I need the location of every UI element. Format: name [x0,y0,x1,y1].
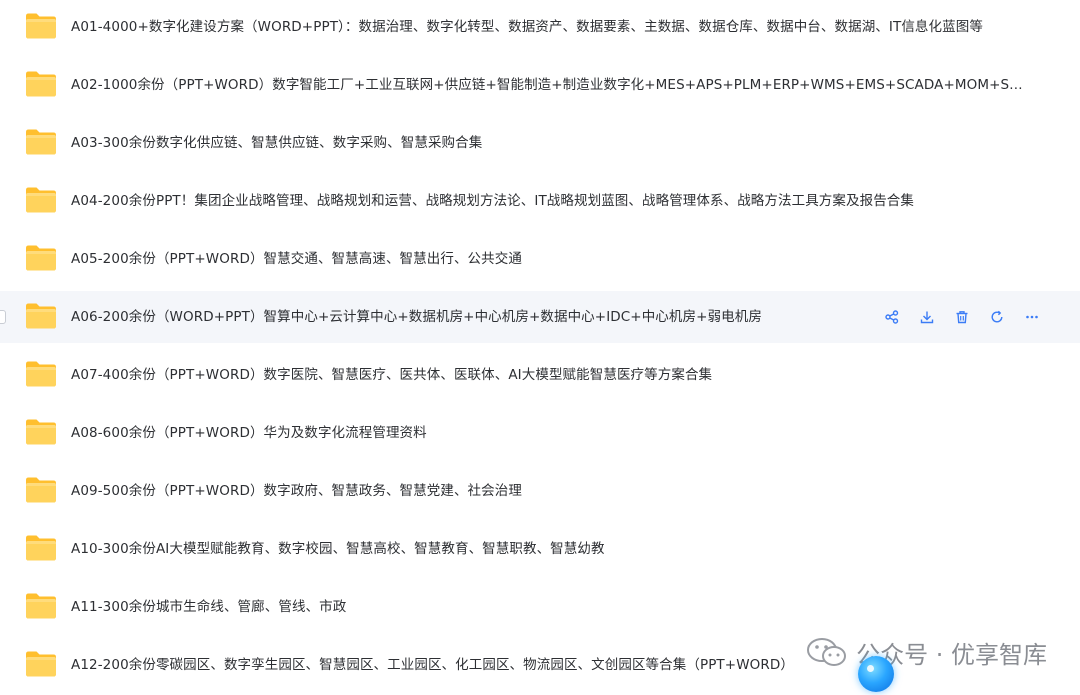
file-name[interactable]: A02-1000余份（PPT+WORD）数字智能工厂+工业互联网+供应链+智能制… [71,59,1031,111]
file-name[interactable]: A05-200余份（PPT+WORD）智慧交通、智慧高速、智慧出行、公共交通 [71,233,522,285]
floating-ball-icon[interactable] [858,656,894,692]
file-row[interactable]: A04-200余份PPT！集团企业战略管理、战略规划和运营、战略规划方法论、IT… [0,175,1080,227]
folder-icon [25,12,57,40]
share-icon[interactable] [884,309,900,325]
file-row[interactable]: A09-500余份（PPT+WORD）数字政府、智慧政务、智慧党建、社会治理 [0,465,1080,517]
file-name[interactable]: A04-200余份PPT！集团企业战略管理、战略规划和运营、战略规划方法论、IT… [71,175,914,227]
file-name[interactable]: A09-500余份（PPT+WORD）数字政府、智慧政务、智慧党建、社会治理 [71,465,522,517]
file-row[interactable]: A11-300余份城市生命线、管廊、管线、市政 [0,581,1080,633]
file-name[interactable]: A06-200余份（WORD+PPT）智算中心+云计算中心+数据机房+中心机房+… [71,291,762,343]
more-icon[interactable] [1024,309,1040,325]
folder-icon [25,244,57,272]
file-row[interactable]: A08-600余份（PPT+WORD）华为及数字化流程管理资料 [0,407,1080,459]
folder-icon [25,650,57,678]
file-row[interactable]: A07-400余份（PPT+WORD）数字医院、智慧医疗、医共体、医联体、AI大… [0,349,1080,401]
file-row[interactable]: A10-300余份AI大模型赋能教育、数字校园、智慧高校、智慧教育、智慧职教、智… [0,523,1080,575]
folder-icon [25,70,57,98]
folder-icon [25,592,57,620]
delete-icon[interactable] [954,309,970,325]
folder-icon [25,128,57,156]
file-name[interactable]: A07-400余份（PPT+WORD）数字医院、智慧医疗、医共体、医联体、AI大… [71,349,712,401]
folder-icon [25,186,57,214]
file-list: A01-4000+数字化建设方案（WORD+PPT）：数据治理、数字化转型、数据… [0,0,1080,695]
file-name[interactable]: A11-300余份城市生命线、管廊、管线、市政 [71,581,346,633]
file-name[interactable]: A03-300余份数字化供应链、智慧供应链、数字采购、智慧采购合集 [71,117,482,169]
file-name[interactable]: A12-200余份零碳园区、数字孪生园区、智慧园区、工业园区、化工园区、物流园区… [71,639,794,691]
download-icon[interactable] [919,309,935,325]
row-actions [884,291,1040,343]
file-name[interactable]: A08-600余份（PPT+WORD）华为及数字化流程管理资料 [71,407,427,459]
folder-icon [25,360,57,388]
folder-icon [25,476,57,504]
row-checkbox[interactable] [0,310,6,324]
file-name[interactable]: A10-300余份AI大模型赋能教育、数字校园、智慧高校、智慧教育、智慧职教、智… [71,523,605,575]
refresh-icon[interactable] [989,309,1005,325]
file-name[interactable]: A01-4000+数字化建设方案（WORD+PPT）：数据治理、数字化转型、数据… [71,1,983,53]
folder-icon [25,302,57,330]
watermark: 公众号 · 优享智库 [806,630,1047,674]
file-row[interactable]: A06-200余份（WORD+PPT）智算中心+云计算中心+数据机房+中心机房+… [0,291,1080,343]
file-row[interactable]: A05-200余份（PPT+WORD）智慧交通、智慧高速、智慧出行、公共交通 [0,233,1080,285]
folder-icon [25,534,57,562]
wechat-icon [807,638,847,666]
file-row[interactable]: A02-1000余份（PPT+WORD）数字智能工厂+工业互联网+供应链+智能制… [0,59,1080,111]
file-row[interactable]: A01-4000+数字化建设方案（WORD+PPT）：数据治理、数字化转型、数据… [0,1,1080,53]
folder-icon [25,418,57,446]
file-row[interactable]: A03-300余份数字化供应链、智慧供应链、数字采购、智慧采购合集 [0,117,1080,169]
